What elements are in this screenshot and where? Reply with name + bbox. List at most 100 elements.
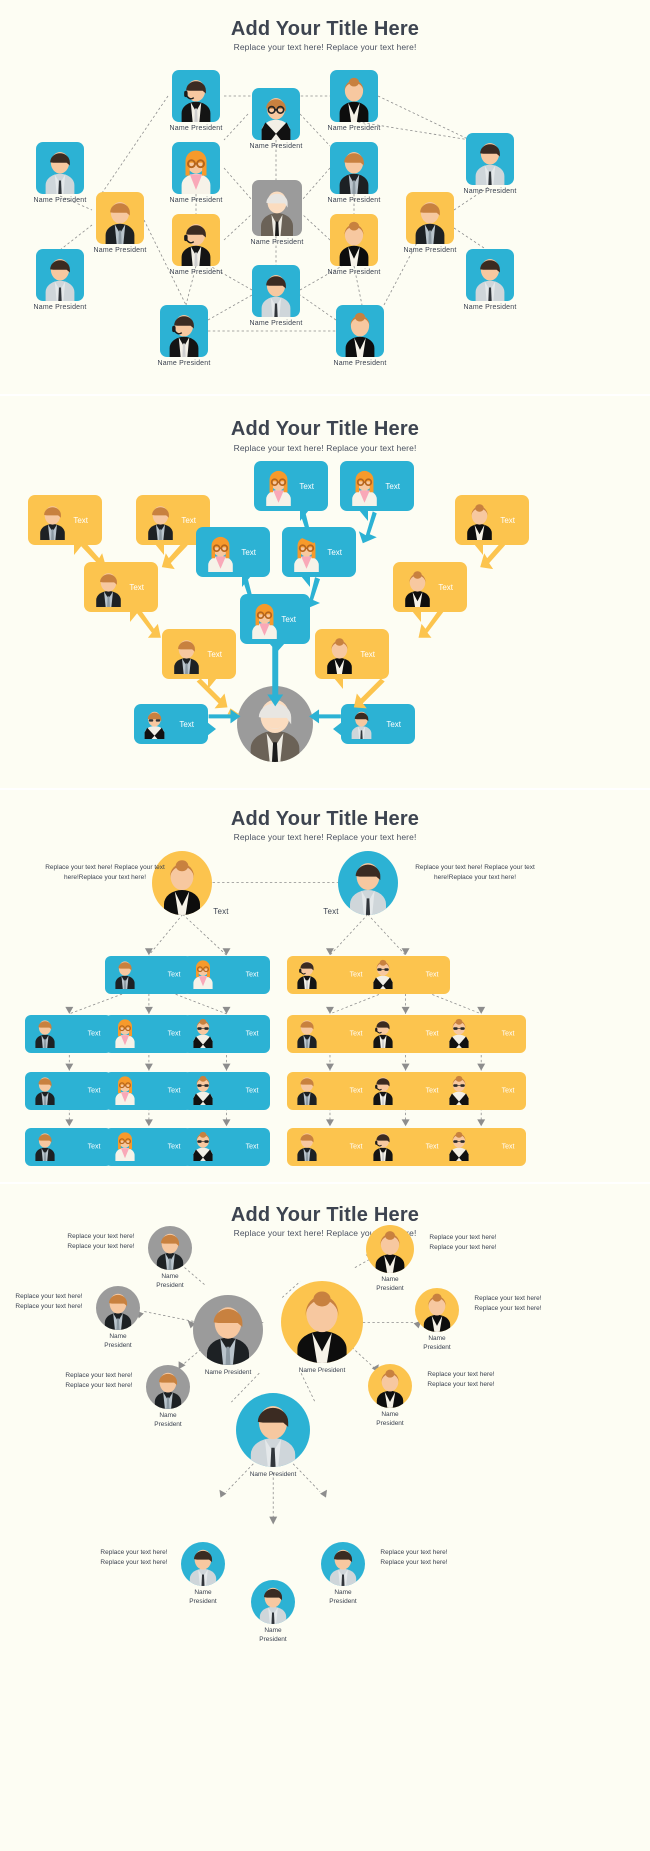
tree-root-root-left[interactable] xyxy=(152,851,212,915)
node-avatar xyxy=(286,531,327,577)
node-label: Text xyxy=(87,1087,101,1095)
person-card-n8[interactable] xyxy=(96,192,144,244)
tree-node[interactable]: Text xyxy=(286,1128,374,1166)
tree-node[interactable]: Text xyxy=(104,1128,192,1166)
node-label: Text xyxy=(425,971,439,979)
node-avatar xyxy=(367,1127,399,1166)
node-avatar xyxy=(109,955,141,994)
person-card-n2[interactable] xyxy=(252,88,300,140)
tree-node[interactable]: Text xyxy=(104,1072,192,1110)
person-card-n10[interactable] xyxy=(406,192,454,244)
person-caption: Name President xyxy=(169,269,223,276)
tree-node[interactable]: Text xyxy=(286,956,374,994)
speech-node-b2[interactable]: Text xyxy=(340,461,414,511)
panel1-title: Add Your Title Here xyxy=(230,18,420,40)
tree-node[interactable]: Text xyxy=(104,955,192,994)
tree-node[interactable]: Text xyxy=(438,1128,526,1166)
speech-node-b7[interactable]: Text xyxy=(282,527,356,577)
tree-node[interactable]: Text xyxy=(24,1015,112,1053)
tree-node[interactable]: Text xyxy=(182,1015,270,1053)
tree-node[interactable]: Text xyxy=(182,956,270,994)
node-label: Text xyxy=(360,649,375,659)
node-avatar xyxy=(367,955,399,994)
panel-radial-network: Add Your Title Here Replace your text he… xyxy=(0,1182,650,1651)
network-node-s8[interactable] xyxy=(321,1542,365,1586)
node-label: Text xyxy=(438,582,453,592)
person-card-n9[interactable] xyxy=(252,180,302,236)
tree-node[interactable]: Text xyxy=(438,1072,526,1110)
network-node-s9[interactable] xyxy=(251,1580,295,1624)
tree-node[interactable]: Text xyxy=(24,1072,112,1110)
tree-node[interactable]: Text xyxy=(438,1015,526,1053)
person-card-n7[interactable] xyxy=(466,133,514,185)
network-node-s1[interactable] xyxy=(148,1226,192,1270)
tree-node[interactable]: Text xyxy=(362,955,450,994)
speech-node-b10[interactable]: Text xyxy=(240,594,310,644)
node-label: Text xyxy=(500,515,515,525)
node-avatar xyxy=(138,706,171,744)
network-hub-hub-gray[interactable] xyxy=(193,1295,263,1365)
node-avatar xyxy=(32,499,73,545)
node-label: Text xyxy=(425,1030,439,1038)
network-node-s2[interactable] xyxy=(96,1286,140,1330)
person-card-n15[interactable] xyxy=(466,249,514,301)
person-card-n13[interactable] xyxy=(36,249,84,301)
tree-root-root-right[interactable] xyxy=(338,851,398,915)
panel3-title: Add Your Title Here xyxy=(230,808,420,830)
node-label: Text xyxy=(241,547,256,557)
speech-node-b11[interactable]: Text xyxy=(162,629,236,679)
node-avatar xyxy=(344,465,385,511)
speech-node-b1[interactable]: Text xyxy=(254,461,328,511)
network-node-s4[interactable] xyxy=(366,1225,414,1273)
node-name: Name President xyxy=(156,1273,184,1290)
speech-node-b14[interactable]: Text xyxy=(341,704,415,744)
node-label: Text xyxy=(349,1030,363,1038)
tree-node[interactable]: Text xyxy=(24,1128,112,1166)
tree-node[interactable]: Text xyxy=(362,1072,450,1110)
person-card-n12[interactable] xyxy=(330,214,378,266)
speech-node-b5[interactable]: Text xyxy=(455,495,529,545)
center-leader-circle[interactable] xyxy=(237,686,313,762)
speech-node-b8[interactable]: Text xyxy=(84,562,158,612)
speech-node-b13[interactable]: Text xyxy=(134,704,208,744)
panel4-connectors xyxy=(135,1252,422,1525)
tree-node[interactable]: Text xyxy=(182,1072,270,1110)
network-node-s3[interactable] xyxy=(146,1365,190,1409)
tree-node[interactable]: Text xyxy=(182,1128,270,1166)
panel-dual-tree: Add Your Title Here Replace your text he… xyxy=(0,788,650,1182)
node-blurb: Replace your text here! Replace your tex… xyxy=(474,1295,542,1312)
node-blurb: Replace your text here! Replace your tex… xyxy=(100,1549,168,1566)
person-card-n1[interactable] xyxy=(172,70,220,122)
person-card-n3[interactable] xyxy=(330,70,378,122)
network-hub-hub-blue[interactable] xyxy=(236,1393,310,1467)
node-label: Text xyxy=(349,1143,363,1151)
person-card-n11[interactable] xyxy=(172,214,220,266)
person-card-n6[interactable] xyxy=(330,142,378,194)
network-node-s5[interactable] xyxy=(415,1288,459,1332)
node-avatar xyxy=(367,1014,399,1053)
person-card-n4[interactable] xyxy=(36,142,84,194)
speech-node-b3[interactable]: Text xyxy=(28,495,102,545)
network-node-s7[interactable] xyxy=(181,1542,225,1586)
tree-node[interactable]: Text xyxy=(362,1127,450,1166)
network-node-s6[interactable] xyxy=(368,1364,412,1408)
tree-node[interactable]: Text xyxy=(104,1015,192,1053)
node-blurb: Replace your text here! Replace your tex… xyxy=(65,1372,133,1389)
speech-node-b9[interactable]: Text xyxy=(393,562,467,612)
node-label: Text xyxy=(245,971,259,979)
network-hub-hub-yellow[interactable] xyxy=(281,1281,363,1363)
speech-node-b6[interactable]: Text xyxy=(196,527,270,577)
person-card-n14[interactable] xyxy=(252,265,300,317)
node-tail xyxy=(207,722,216,736)
node-avatar xyxy=(244,598,285,644)
speech-node-b12[interactable]: Text xyxy=(315,629,389,679)
person-card-n17[interactable] xyxy=(336,305,384,357)
node-label: Text xyxy=(425,1143,439,1151)
node-blurb: Replace your text here! Replace your tex… xyxy=(15,1293,83,1310)
tree-node[interactable]: Text xyxy=(286,1015,374,1053)
person-card-n16[interactable] xyxy=(160,305,208,357)
person-card-n5[interactable] xyxy=(172,142,220,194)
node-tail xyxy=(269,643,286,652)
tree-node[interactable]: Text xyxy=(362,1014,450,1053)
tree-node[interactable]: Text xyxy=(286,1072,374,1110)
